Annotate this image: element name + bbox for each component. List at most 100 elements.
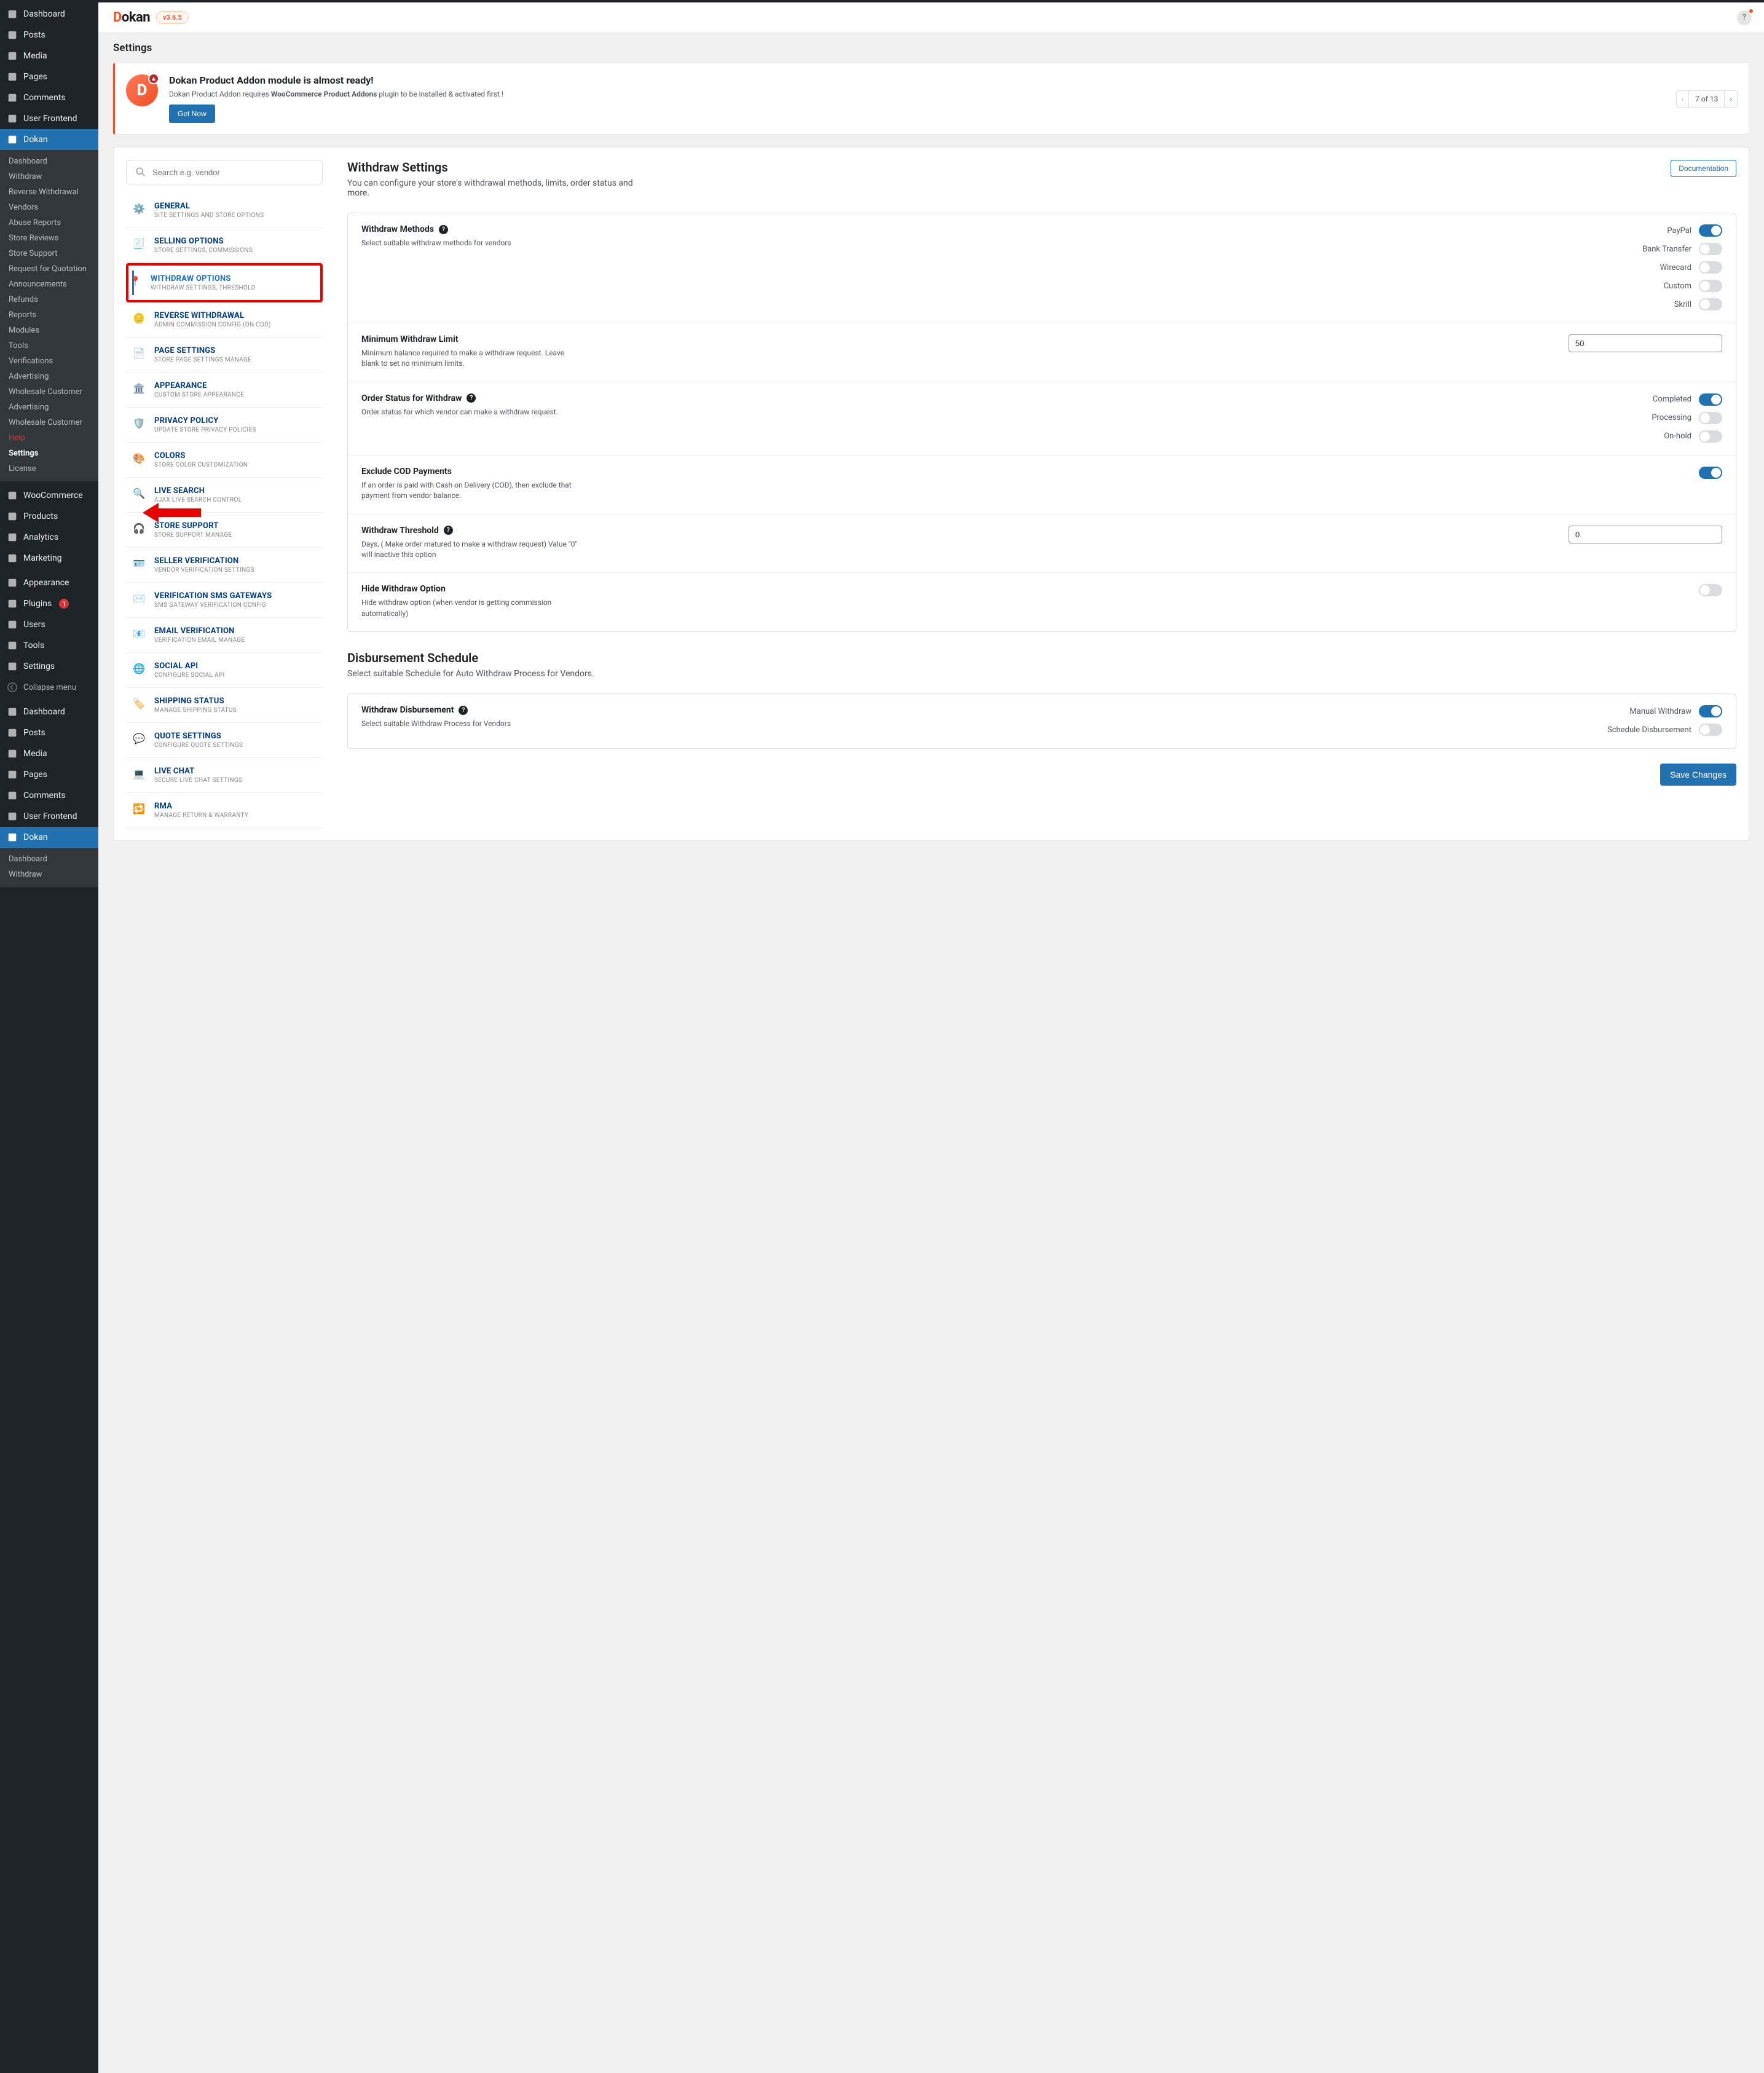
help-icon[interactable]: ?	[444, 526, 453, 535]
menu-label: WooCommerce	[23, 491, 83, 500]
settings-nav-item[interactable]: ⚙️GENERALSITE SETTINGS AND STORE OPTIONS	[126, 193, 323, 228]
wp-menu-item[interactable]: Tools	[0, 635, 98, 656]
wp-menu-item[interactable]: Posts	[0, 722, 98, 743]
dokan-submenu-item[interactable]: Store Support	[0, 246, 98, 261]
settings-nav-item[interactable]: 💻LIVE CHATSECURE LIVE CHAT SETTINGS	[126, 758, 323, 793]
pager-prev-button[interactable]: ‹	[1677, 91, 1689, 107]
settings-nav-item[interactable]: 🧾SELLING OPTIONSSTORE SETTINGS, COMMISSI…	[126, 228, 323, 263]
documentation-button[interactable]: Documentation	[1671, 160, 1736, 177]
menu-label: Posts	[23, 728, 45, 738]
dokan-submenu-item[interactable]: Dashboard	[0, 851, 98, 867]
wp-menu-item[interactable]: Comments	[0, 785, 98, 806]
min-limit-input[interactable]	[1569, 334, 1722, 352]
settings-search[interactable]	[126, 160, 323, 184]
menu-label: Dokan	[23, 135, 48, 144]
dokan-submenu-item[interactable]: Wholesale Customer	[0, 384, 98, 400]
settings-nav-item[interactable]: 📍WITHDRAW OPTIONSWITHDRAW SETTINGS, THRE…	[126, 263, 323, 302]
wp-menu-item[interactable]: Pages	[0, 66, 98, 87]
topbar-help-icon[interactable]: ?	[1737, 10, 1752, 25]
settings-search-input[interactable]	[152, 168, 313, 177]
save-changes-button[interactable]: Save Changes	[1660, 764, 1736, 786]
dokan-submenu-item[interactable]: Store Reviews	[0, 231, 98, 246]
threshold-input[interactable]	[1569, 526, 1722, 543]
settings-nav-item[interactable]: ✉️VERIFICATION SMS GATEWAYSSMS GATEWAY V…	[126, 583, 323, 618]
wp-menu-item[interactable]: Products	[0, 506, 98, 527]
pager-next-button[interactable]: ›	[1725, 91, 1737, 107]
notice-alert-badge-icon: ▲	[148, 73, 159, 84]
wp-menu-item[interactable]: Posts	[0, 25, 98, 45]
dokan-submenu-item[interactable]: Vendors	[0, 200, 98, 215]
wp-menu-item[interactable]: WooCommerce	[0, 485, 98, 506]
settings-nav-item[interactable]: 🪙REVERSE WITHDRAWALADMIN COMMISSION CONF…	[126, 302, 323, 338]
withdraw-method-toggle[interactable]	[1699, 243, 1722, 255]
wp-menu-item[interactable]: User Frontend	[0, 806, 98, 827]
dokan-submenu-item[interactable]: Abuse Reports	[0, 215, 98, 231]
wp-menu-item[interactable]: Marketing	[0, 548, 98, 569]
nav-item-icon: 🏛️	[132, 381, 146, 395]
help-icon[interactable]: ?	[459, 706, 468, 715]
wp-menu-item[interactable]: Dokan	[0, 827, 98, 848]
wp-menu-item[interactable]: Dokan	[0, 129, 98, 150]
hide-withdraw-toggle[interactable]	[1699, 584, 1722, 596]
disbursement-toggle[interactable]	[1699, 705, 1722, 717]
settings-nav-item[interactable]: 🏷️SHIPPING STATUSMANAGE SHIPPING STATUS	[126, 688, 323, 723]
settings-nav-item[interactable]: 🎨COLORSSTORE COLOR CUSTOMIZATION	[126, 443, 323, 478]
wp-menu-item[interactable]: Settings	[0, 656, 98, 677]
dokan-submenu-item[interactable]: Help	[0, 430, 98, 446]
dokan-submenu-item[interactable]: Request for Quotation	[0, 261, 98, 277]
dokan-submenu-item[interactable]: Advertising	[0, 400, 98, 415]
settings-nav-item[interactable]: 🌐SOCIAL APICONFIGURE SOCIAL API	[126, 653, 323, 688]
help-icon[interactable]: ?	[467, 393, 476, 403]
collapse-menu[interactable]: Collapse menu	[0, 677, 98, 698]
dokan-submenu-item[interactable]: Refunds	[0, 292, 98, 307]
settings-nav-item[interactable]: 🔁RMAMANAGE RETURN & WARRANTY	[126, 793, 323, 828]
settings-nav-item[interactable]: 🛡️PRIVACY POLICYUPDATE STORE PRIVACY POL…	[126, 408, 323, 443]
wp-menu-item[interactable]: Media	[0, 743, 98, 764]
order-status-toggle[interactable]	[1699, 412, 1722, 424]
exclude-cod-toggle[interactable]	[1699, 467, 1722, 479]
dokan-submenu-item[interactable]: Dashboard	[0, 154, 98, 169]
dokan-submenu-item[interactable]: Announcements	[0, 277, 98, 292]
order-status-toggle[interactable]	[1699, 393, 1722, 406]
dokan-submenu-item[interactable]: Withdraw	[0, 169, 98, 184]
dokan-submenu-item[interactable]: Verifications	[0, 353, 98, 369]
wp-menu-item[interactable]: Plugins1	[0, 593, 98, 614]
menu-label: Settings	[23, 661, 55, 671]
wp-menu-item[interactable]: Analytics	[0, 527, 98, 548]
wp-menu-item[interactable]: Media	[0, 45, 98, 66]
menu-label: Comments	[23, 791, 66, 800]
withdraw-method-row: Custom	[1664, 280, 1722, 292]
dokan-submenu-item[interactable]: Settings	[0, 446, 98, 461]
wp-menu-item[interactable]: Dashboard	[0, 4, 98, 25]
withdraw-method-toggle[interactable]	[1699, 298, 1722, 310]
notice-get-now-button[interactable]: Get Now	[169, 105, 215, 123]
settings-nav-item[interactable]: 🏛️APPEARANCECUSTOM STORE APPEARANCE	[126, 373, 323, 408]
nav-item-sub: CONFIGURE SOCIAL API	[154, 672, 224, 679]
wp-menu-item[interactable]: Comments	[0, 87, 98, 108]
dokan-submenu-item[interactable]: License	[0, 461, 98, 476]
dokan-submenu-item[interactable]: Modules	[0, 323, 98, 338]
wp-menu-item[interactable]: Users	[0, 614, 98, 635]
disbursement-toggle[interactable]	[1699, 724, 1722, 736]
wp-menu-item[interactable]: Dashboard	[0, 701, 98, 722]
order-status-toggle[interactable]	[1699, 430, 1722, 443]
settings-nav-item[interactable]: 📄PAGE SETTINGSSTORE PAGE SETTINGS MANAGE	[126, 338, 323, 373]
settings-nav-item[interactable]: 🎧STORE SUPPORTSTORE SUPPORT MANAGE	[126, 513, 323, 548]
settings-nav-item[interactable]: 📧EMAIL VERIFICATIONVERIFICATION EMAIL MA…	[126, 618, 323, 653]
wp-menu-item[interactable]: Appearance	[0, 572, 98, 593]
dokan-submenu-item[interactable]: Advertising	[0, 369, 98, 384]
dokan-submenu-item[interactable]: Tools	[0, 338, 98, 353]
dokan-submenu-item[interactable]: Reports	[0, 307, 98, 323]
settings-nav-item[interactable]: 💬QUOTE SETTINGSCONFIGURE QUOTE SETTINGS	[126, 723, 323, 758]
dokan-submenu-item[interactable]: Withdraw	[0, 867, 98, 882]
withdraw-method-toggle[interactable]	[1699, 224, 1722, 237]
dokan-submenu-item[interactable]: Wholesale Customer	[0, 415, 98, 430]
settings-nav-item[interactable]: 🪪SELLER VERIFICATIONVENDOR VERIFICATION …	[126, 548, 323, 583]
wp-menu-item[interactable]: User Frontend	[0, 108, 98, 129]
wp-menu-item[interactable]: Pages	[0, 764, 98, 785]
withdraw-method-toggle[interactable]	[1699, 280, 1722, 292]
dokan-submenu-item[interactable]: Reverse Withdrawal	[0, 184, 98, 200]
withdraw-method-toggle[interactable]	[1699, 261, 1722, 274]
help-icon[interactable]: ?	[439, 225, 448, 234]
settings-nav-item[interactable]: 🔍LIVE SEARCHAJAX LIVE SEARCH CONTROL	[126, 478, 323, 513]
